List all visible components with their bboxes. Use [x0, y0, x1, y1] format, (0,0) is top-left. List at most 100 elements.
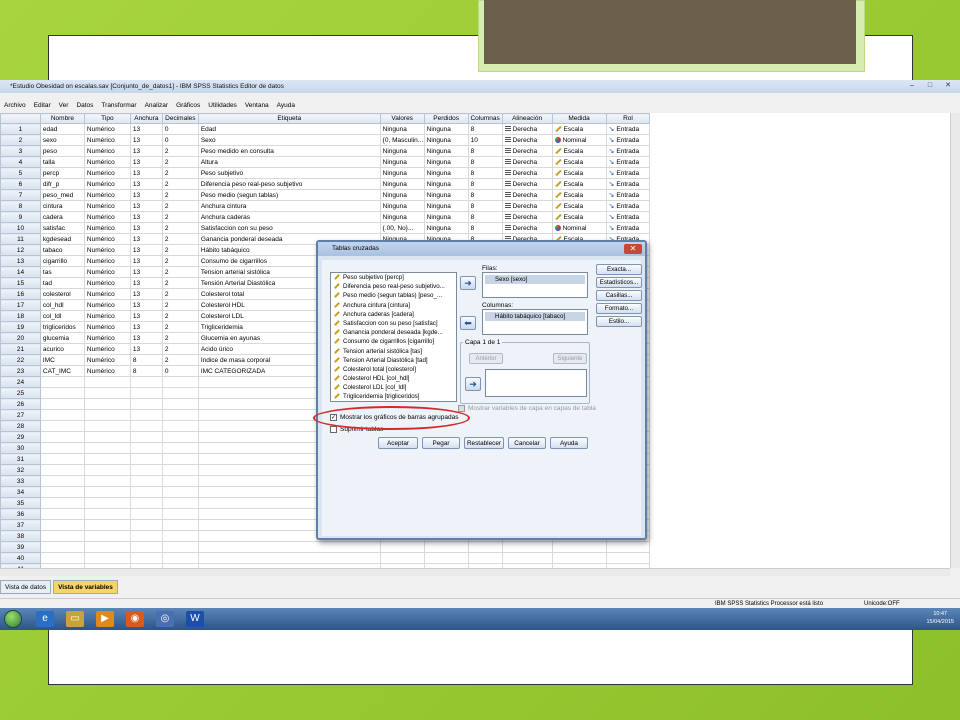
ok-button[interactable]: Aceptar	[378, 437, 418, 449]
table-cell[interactable]: 13	[129, 145, 163, 157]
columns-item[interactable]: Hábito tabáquico [tabaco]	[485, 312, 585, 321]
table-cell[interactable]	[83, 453, 131, 465]
table-cell[interactable]	[129, 486, 163, 498]
table-cell[interactable]	[39, 409, 85, 421]
table-cell[interactable]	[39, 431, 85, 443]
table-cell[interactable]: Peso subjetivo	[197, 167, 381, 179]
table-cell[interactable]: Ninguna	[423, 189, 469, 201]
table-cell[interactable]	[39, 442, 85, 454]
table-cell[interactable]: Ninguna	[423, 145, 469, 157]
table-cell[interactable]: Derecha	[501, 211, 553, 223]
table-cell[interactable]	[161, 475, 199, 487]
table-cell[interactable]: percp	[39, 167, 85, 179]
table-cell[interactable]: Numérico	[83, 354, 131, 366]
table-cell[interactable]: Derecha	[501, 134, 553, 146]
table-cell[interactable]	[423, 541, 469, 553]
table-cell[interactable]: Numérico	[83, 134, 131, 146]
table-cell[interactable]: Escala	[551, 145, 607, 157]
table-cell[interactable]: col_hdl	[39, 299, 85, 311]
move-to-rows-arrow-icon[interactable]: ➜	[460, 276, 476, 290]
tab-variable-view[interactable]: Vista de variables	[53, 580, 118, 594]
table-cell[interactable]	[129, 409, 163, 421]
move-to-columns-arrow-icon[interactable]: ⬅	[460, 316, 476, 330]
table-cell[interactable]: Derecha	[501, 156, 553, 168]
table-cell[interactable]	[197, 541, 381, 553]
table-cell[interactable]: IMC	[39, 354, 85, 366]
variable-item[interactable]: Colesterol total [colesterol]	[331, 365, 456, 374]
column-header[interactable]: Columnas	[467, 113, 503, 124]
table-cell[interactable]	[161, 530, 199, 542]
table-cell[interactable]: Numérico	[83, 189, 131, 201]
column-header[interactable]: Alineación	[501, 113, 553, 124]
word-icon[interactable]: W	[186, 611, 204, 627]
cancel-button[interactable]: Cancelar	[508, 437, 546, 449]
table-cell[interactable]: 2	[161, 343, 199, 355]
table-cell[interactable]: Altura	[197, 156, 381, 168]
table-cell[interactable]	[161, 508, 199, 520]
table-cell[interactable]	[83, 442, 131, 454]
horizontal-scrollbar[interactable]	[0, 568, 950, 576]
table-cell[interactable]	[83, 486, 131, 498]
table-cell[interactable]: kgdesead	[39, 233, 85, 245]
table-cell[interactable]: Derecha	[501, 200, 553, 212]
variable-list-scrollbar[interactable]	[456, 273, 457, 401]
table-cell[interactable]	[501, 541, 553, 553]
table-cell[interactable]: Escala	[551, 156, 607, 168]
cells-button[interactable]: Casillas...	[596, 290, 642, 301]
table-cell[interactable]: 2	[161, 145, 199, 157]
variable-item[interactable]: Ganancia ponderal deseada [kgde...	[331, 328, 456, 337]
table-cell[interactable]	[161, 519, 199, 531]
table-cell[interactable]	[161, 464, 199, 476]
next-layer-button[interactable]: Siguiente	[553, 353, 587, 364]
table-cell[interactable]: 13	[129, 244, 163, 256]
exact-button[interactable]: Exacta...	[596, 264, 642, 275]
variable-item[interactable]: Colesterol HDL [col_hdl]	[331, 374, 456, 383]
table-cell[interactable]	[129, 442, 163, 454]
style-button[interactable]: Estilo...	[596, 316, 642, 327]
column-header[interactable]: Anchura	[129, 113, 163, 124]
table-cell[interactable]	[39, 420, 85, 432]
table-cell[interactable]	[83, 387, 131, 399]
vertical-scrollbar[interactable]	[950, 113, 960, 568]
format-button[interactable]: Formato...	[596, 303, 642, 314]
table-row[interactable]: 7 peso_med Numérico 13 2 Peso medio (segun ta…	[0, 189, 950, 201]
table-cell[interactable]	[161, 376, 199, 388]
table-cell[interactable]	[129, 376, 163, 388]
table-cell[interactable]	[129, 552, 163, 564]
table-cell[interactable]: {0, Masculin...	[379, 134, 425, 146]
table-cell[interactable]: Escala	[551, 123, 607, 135]
table-cell[interactable]: Ninguna	[423, 156, 469, 168]
table-cell[interactable]: Ninguna	[379, 145, 425, 157]
table-cell[interactable]: 13	[129, 332, 163, 344]
table-cell[interactable]: Numérico	[83, 277, 131, 289]
table-cell[interactable]: 2	[161, 277, 199, 289]
table-cell[interactable]: Derecha	[501, 145, 553, 157]
columns-listbox[interactable]: Hábito tabáquico [tabaco]	[482, 309, 588, 335]
reset-button[interactable]: Restablecer	[464, 437, 504, 449]
table-cell[interactable]	[39, 541, 85, 553]
table-cell[interactable]: 13	[129, 233, 163, 245]
table-cell[interactable]: Numérico	[83, 211, 131, 223]
table-cell[interactable]: ↘Entrada	[605, 123, 651, 135]
variable-item[interactable]: Colesterol LDL [col_ldl]	[331, 383, 456, 392]
table-cell[interactable]	[161, 552, 199, 564]
table-cell[interactable]	[39, 508, 85, 520]
table-cell[interactable]: ↘Entrada	[605, 211, 651, 223]
table-cell[interactable]: 2	[161, 310, 199, 322]
table-cell[interactable]: 13	[129, 288, 163, 300]
table-cell[interactable]: Numérico	[83, 156, 131, 168]
rows-listbox[interactable]: Sexo [sexo]	[482, 272, 588, 298]
table-cell[interactable]: 2	[161, 178, 199, 190]
table-cell[interactable]: talla	[39, 156, 85, 168]
table-row[interactable]: 10 satisfac Numérico 13 2 Satisfaccion con su…	[0, 222, 950, 234]
table-cell[interactable]: 13	[129, 277, 163, 289]
table-cell[interactable]: Ninguna	[423, 167, 469, 179]
table-cell[interactable]: Peso medido en consulta	[197, 145, 381, 157]
table-cell[interactable]	[605, 552, 651, 564]
previous-layer-button[interactable]: Anterior	[469, 353, 503, 364]
table-cell[interactable]: col_ldl	[39, 310, 85, 322]
table-cell[interactable]: Ninguna	[423, 211, 469, 223]
table-cell[interactable]	[39, 398, 85, 410]
table-cell[interactable]: Satisfaccion con su peso	[197, 222, 381, 234]
menu-transformar[interactable]: Transformar	[97, 100, 140, 111]
